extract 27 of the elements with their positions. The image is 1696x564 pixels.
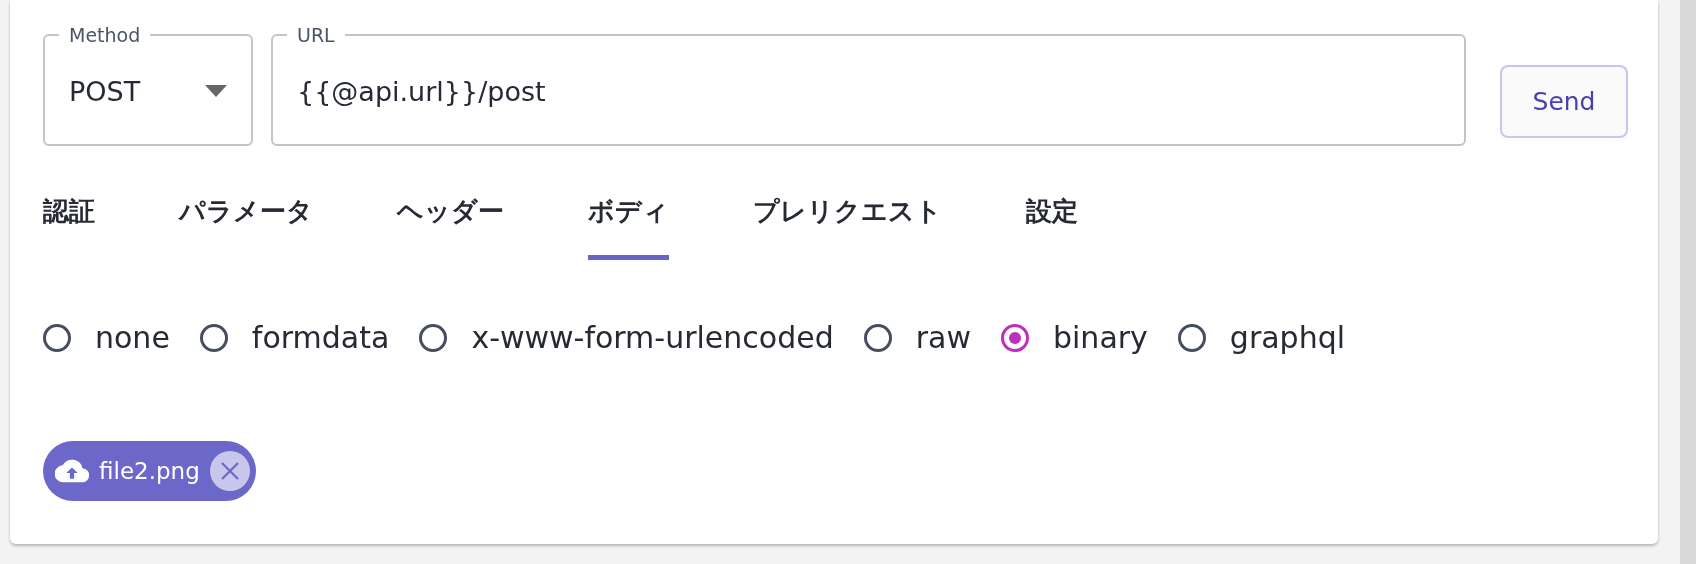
close-icon [218,460,241,482]
radio-button[interactable] [1177,323,1206,352]
tab[interactable]: ヘッダー [397,194,504,260]
url-label: URL [296,24,336,46]
method-label: Method [68,24,142,46]
tab[interactable]: 認証 [43,194,95,260]
send-button[interactable]: Send [1500,65,1628,138]
cloud-upload-icon [55,459,89,483]
radio-button[interactable] [419,323,448,352]
radio-label: binary [1053,320,1148,355]
tab[interactable]: プレリクエスト [753,194,942,260]
file-name: file2.png [99,458,200,484]
tab[interactable]: 設定 [1026,194,1078,260]
radio-button[interactable] [199,323,228,352]
radio-label: none [95,320,170,355]
remove-file-button[interactable] [209,451,250,491]
radio-label: raw [915,320,971,355]
radio-label: formdata [251,320,390,355]
radio-button[interactable] [863,323,892,352]
tab[interactable]: パラメータ [179,194,313,260]
caret-icon [205,85,227,97]
radio-button[interactable] [43,323,71,352]
radio-button[interactable] [1001,323,1029,352]
method-select[interactable]: Method POST [43,24,253,146]
radio-label: graphql [1229,320,1346,355]
tab[interactable]: ボディ [588,194,669,260]
radio-label: x-www-form-urlencoded [471,320,834,355]
